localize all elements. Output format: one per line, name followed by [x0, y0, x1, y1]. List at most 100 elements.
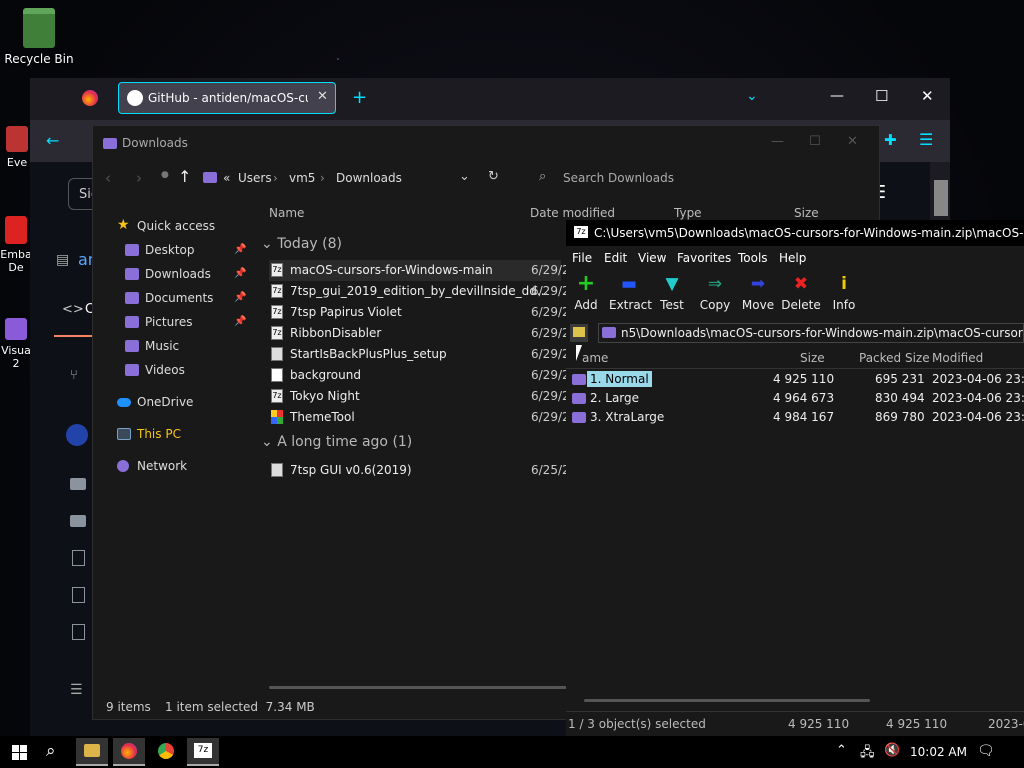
list-icon[interactable]: ☰	[70, 682, 83, 698]
clock-time[interactable]: 10:02 AM	[910, 745, 967, 759]
app-shortcut-icon	[5, 216, 27, 244]
column-date-modified[interactable]: Date modified	[530, 206, 615, 220]
extract-button[interactable]: ▬ Extract	[609, 274, 652, 312]
menu-edit[interactable]: Edit	[604, 251, 627, 265]
maximize-button[interactable]: ☐	[809, 134, 821, 149]
network-icon[interactable]: 🖧	[860, 743, 875, 765]
browser-tab-github[interactable]: GitHub - antiden/macOS-curso ✕	[118, 82, 336, 114]
notifications-icon[interactable]: 🗨	[977, 743, 995, 759]
move-button[interactable]: ➡ Move	[738, 274, 778, 312]
recycle-bin-shortcut[interactable]: Recycle Bin	[4, 8, 74, 66]
up-arrow-icon[interactable]: ↑	[178, 167, 191, 186]
path-input[interactable]: n5\Downloads\macOS-cursors-for-Windows-m…	[598, 323, 1024, 343]
breadcrumb-vm5[interactable]: vm5	[289, 171, 315, 185]
nav-downloads[interactable]: Downloads 📌	[93, 264, 258, 286]
chevron-down-icon[interactable]: ⌄	[459, 169, 470, 184]
group-header-today[interactable]: ⌄ Today (8)	[261, 236, 342, 252]
group-header-long-ago[interactable]: ⌄ A long time ago (1)	[261, 434, 412, 450]
back-icon[interactable]: ←	[46, 131, 59, 150]
extensions-icon[interactable]: ✚	[884, 131, 897, 149]
close-button[interactable]: ✕	[847, 134, 858, 149]
column-packed-size[interactable]: Packed Size	[859, 351, 930, 365]
minimize-button[interactable]: —	[771, 134, 784, 149]
desktop-shortcut-visual-studio[interactable]: Visua 2	[0, 318, 32, 370]
close-button[interactable]: ✕	[921, 87, 934, 105]
taskbar-firefox[interactable]	[113, 738, 145, 766]
start-button[interactable]	[4, 738, 36, 766]
archive-row[interactable]: 3. XtraLarge 4 984 167 869 780 2023-04-0…	[566, 408, 1024, 427]
chevron-up-icon[interactable]: ⌃	[836, 743, 847, 758]
menu-tools[interactable]: Tools	[738, 251, 768, 265]
column-size[interactable]: Size	[794, 206, 819, 220]
column-size[interactable]: Size	[800, 351, 825, 365]
taskbar-file-explorer[interactable]	[76, 738, 108, 766]
file-row[interactable]: 7z Tokyo Night 6/29/2	[269, 386, 570, 407]
horizontal-scrollbar[interactable]	[584, 699, 870, 702]
menu-file[interactable]: File	[572, 251, 592, 265]
archive-row[interactable]: 2. Large 4 964 673 830 494 2023-04-06 23…	[566, 389, 1024, 408]
file-row[interactable]: 7z RibbonDisabler 6/29/2	[269, 323, 570, 344]
menu-view[interactable]: View	[638, 251, 666, 265]
test-button[interactable]: ▼ Test	[652, 274, 692, 312]
breadcrumb-users[interactable]: Users	[238, 171, 272, 185]
file-row[interactable]: 7tsp GUI v0.6(2019) 6/25/2	[269, 460, 570, 481]
avatar[interactable]	[66, 424, 88, 446]
refresh-icon[interactable]: ↻	[488, 169, 499, 184]
branch-icon[interactable]: ⑂	[70, 368, 78, 383]
up-folder-button[interactable]	[570, 324, 588, 342]
forward-icon[interactable]: ›	[136, 169, 142, 187]
nav-pictures[interactable]: Pictures 📌	[93, 312, 258, 334]
search-button[interactable]: ⌕	[40, 738, 72, 766]
menu-icon[interactable]: ☰	[919, 130, 933, 149]
new-tab-button[interactable]: +	[352, 87, 367, 108]
horizontal-scrollbar[interactable]	[269, 686, 569, 689]
nav-label: Desktop	[145, 243, 195, 257]
column-type[interactable]: Type	[674, 206, 702, 220]
nav-onedrive[interactable]: OneDrive	[93, 392, 258, 414]
nav-desktop[interactable]: Desktop 📌	[93, 240, 258, 262]
archive-item-modified: 2023-04-06 23:20	[932, 410, 1024, 424]
file-row[interactable]: 7z macOS-cursors-for-Windows-main 6/29/2	[269, 260, 570, 281]
delete-button[interactable]: ✖ Delete	[781, 274, 821, 312]
minimize-button[interactable]: —	[830, 88, 844, 104]
file-row[interactable]: StartIsBackPlusPlus_setup 6/29/2	[269, 344, 570, 365]
computer-icon	[117, 428, 131, 440]
info-button[interactable]: i Info	[824, 274, 864, 312]
desktop-shortcut-eve[interactable]: Eve	[2, 126, 32, 169]
nav-network[interactable]: Network	[93, 456, 258, 478]
file-row[interactable]: background 6/29/2	[269, 365, 570, 386]
taskbar-chrome[interactable]	[150, 738, 182, 766]
archive-row[interactable]: 1. Normal 4 925 110 695 231 2023-04-06 2…	[566, 370, 1024, 389]
breadcrumb-overflow[interactable]: «	[223, 171, 230, 185]
nav-quick-access[interactable]: ★ Quick access	[93, 216, 258, 238]
taskbar-7zip[interactable]: 7z	[187, 738, 219, 766]
menu-help[interactable]: Help	[779, 251, 806, 265]
column-modified[interactable]: Modified	[932, 351, 983, 365]
breadcrumb-downloads[interactable]: Downloads	[336, 171, 402, 185]
nav-music[interactable]: Music	[93, 336, 258, 358]
add-button[interactable]: + Add	[566, 273, 606, 313]
tab-close-icon[interactable]: ✕	[317, 89, 328, 104]
column-name[interactable]: Name	[269, 206, 304, 220]
menu-favorites[interactable]: Favorites	[677, 251, 731, 265]
list-all-tabs-icon[interactable]: ⌄	[746, 88, 758, 104]
volume-muted-icon[interactable]: 🔇	[884, 743, 900, 758]
search-input[interactable]: Search Downloads	[563, 171, 674, 185]
recent-dot-icon[interactable]: ●	[161, 170, 169, 180]
scrollbar-thumb[interactable]	[934, 180, 948, 216]
desktop-shortcut-embarcadero[interactable]: Emba De	[0, 216, 32, 274]
column-name[interactable]: ame	[582, 351, 608, 365]
file-row[interactable]: ThemeTool 6/29/2	[269, 407, 570, 428]
nav-videos[interactable]: Videos	[93, 360, 258, 382]
archive-item-name: 3. XtraLarge	[590, 410, 665, 424]
nav-this-pc[interactable]: This PC	[93, 424, 258, 446]
file-row[interactable]: 7z 7tsp Papirus Violet 6/29/2	[269, 302, 570, 323]
copy-button[interactable]: ⇒ Copy	[695, 274, 735, 312]
back-icon[interactable]: ‹	[105, 169, 111, 187]
file-row[interactable]: 7z 7tsp_gui_2019_edition_by_devillnside_…	[269, 281, 570, 302]
file-name: macOS-cursors-for-Windows-main	[290, 263, 493, 277]
firefox-icon[interactable]	[82, 90, 98, 106]
downloads-folder-icon	[203, 172, 217, 183]
nav-documents[interactable]: Documents 📌	[93, 288, 258, 310]
maximize-button[interactable]: ☐	[875, 87, 888, 105]
